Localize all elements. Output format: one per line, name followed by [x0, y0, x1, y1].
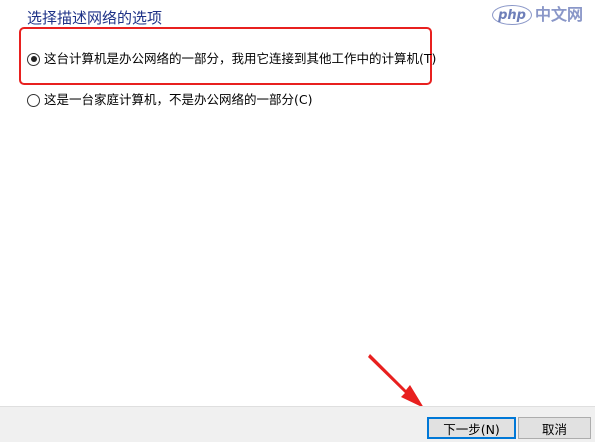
php-logo-badge: php	[492, 5, 532, 25]
next-button[interactable]: 下一步(N)	[427, 417, 516, 439]
radio-button-checked[interactable]	[27, 52, 40, 66]
cancel-button[interactable]: 取消	[518, 417, 591, 439]
option-home-computer[interactable]: 这是一台家庭计算机，不是办公网络的一部分(C)	[27, 91, 312, 109]
dialog-heading: 选择描述网络的选项	[27, 9, 163, 27]
radio-button-unchecked[interactable]	[27, 93, 40, 107]
php-cn-watermark: php 中文网	[492, 3, 595, 27]
dialog-footer: 下一步(N) 取消	[0, 406, 595, 442]
option-home-computer-label[interactable]: 这是一台家庭计算机，不是办公网络的一部分(C)	[44, 91, 312, 109]
option-office-network-label[interactable]: 这台计算机是办公网络的一部分，我用它连接到其他工作中的计算机(T)	[44, 50, 436, 68]
annotation-arrow-icon	[368, 354, 424, 408]
watermark-text: 中文网	[535, 5, 584, 24]
option-office-network[interactable]: 这台计算机是办公网络的一部分，我用它连接到其他工作中的计算机(T)	[27, 50, 436, 68]
